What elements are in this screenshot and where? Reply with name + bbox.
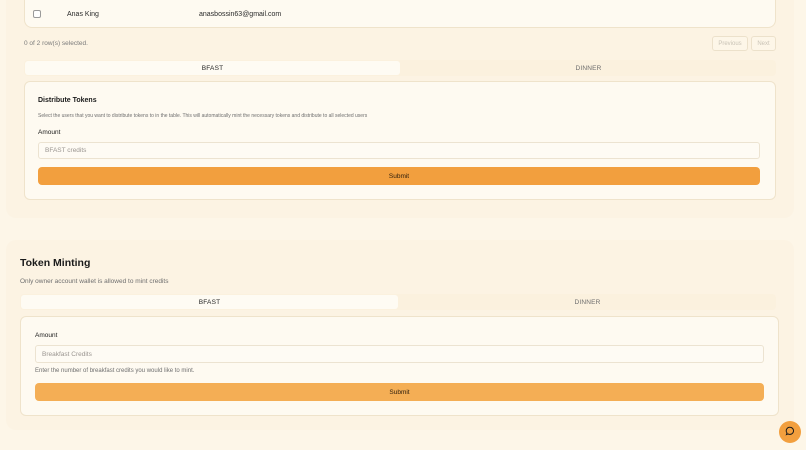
table-cell-name: Anas King bbox=[67, 11, 99, 18]
users-table: Anas King anasbossin63@gmail.com bbox=[24, 0, 776, 28]
chat-button[interactable] bbox=[779, 421, 801, 443]
amount-label: Amount bbox=[35, 332, 58, 339]
next-button[interactable]: Next bbox=[751, 36, 776, 51]
minting-card bbox=[20, 316, 779, 416]
card-title: Distribute Tokens bbox=[38, 97, 97, 104]
tab-dinner[interactable]: DINNER bbox=[401, 60, 776, 76]
row-checkbox[interactable] bbox=[33, 10, 41, 18]
chat-bubble-icon bbox=[785, 423, 795, 441]
distribute-tabs: BFAST DINNER bbox=[24, 60, 776, 76]
rows-selected-text: 0 of 2 row(s) selected. bbox=[24, 40, 88, 47]
helper-text: Enter the number of breakfast credits yo… bbox=[35, 368, 195, 374]
tab-bfast[interactable]: BFAST bbox=[25, 61, 400, 75]
table-cell-email: anasbossin63@gmail.com bbox=[199, 11, 282, 18]
tab-dinner[interactable]: DINNER bbox=[399, 294, 776, 310]
tab-bfast[interactable]: BFAST bbox=[21, 295, 398, 309]
amount-label: Amount bbox=[38, 129, 61, 136]
bfast-credits-input[interactable] bbox=[38, 142, 760, 159]
section-title: Token Minting bbox=[20, 257, 91, 269]
card-description: Select the users that you want to distri… bbox=[38, 113, 368, 119]
submit-button[interactable]: Submit bbox=[38, 167, 760, 185]
breakfast-credits-input[interactable] bbox=[35, 345, 764, 363]
minting-tabs: BFAST DINNER bbox=[20, 294, 776, 310]
previous-button[interactable]: Previous bbox=[712, 36, 748, 51]
submit-button[interactable]: Submit bbox=[35, 383, 764, 401]
section-description: Only owner account wallet is allowed to … bbox=[20, 278, 169, 285]
